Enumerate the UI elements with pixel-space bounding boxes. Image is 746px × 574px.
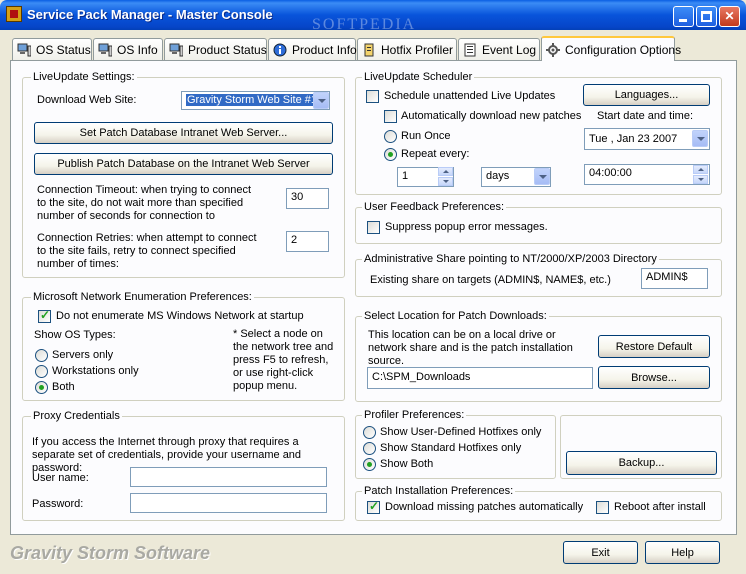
username-input[interactable]: [130, 467, 327, 487]
profiler-title: Profiler Preferences:: [362, 409, 467, 421]
chevron-down-icon[interactable]: [692, 130, 708, 147]
workstations-only-radio[interactable]: [35, 365, 48, 378]
suppress-popup-label: Suppress popup error messages.: [385, 221, 548, 233]
patch-install-title: Patch Installation Preferences:: [362, 485, 516, 497]
existing-share-label: Existing share on targets (ADMIN$, NAME$…: [370, 274, 611, 286]
set-patch-db-button[interactable]: Set Patch Database Intranet Web Server..…: [34, 122, 333, 144]
info-icon: [273, 43, 287, 57]
close-button[interactable]: ✕: [719, 6, 740, 27]
no-enumerate-label: Do not enumerate MS Windows Network at s…: [56, 310, 304, 322]
admin-share-title: Administrative Share pointing to NT/2000…: [362, 253, 659, 265]
minimize-button[interactable]: [673, 6, 694, 27]
standard-hotfixes-radio[interactable]: [363, 442, 376, 455]
scheduler-title: LiveUpdate Scheduler: [362, 71, 475, 83]
user-defined-hotfixes-label: Show User-Defined Hotfixes only: [380, 426, 542, 438]
user-defined-hotfixes-radio[interactable]: [363, 426, 376, 439]
no-enumerate-checkbox[interactable]: [38, 308, 51, 323]
both-radio[interactable]: [35, 381, 48, 394]
tab-event-log[interactable]: Event Log: [458, 38, 540, 60]
tab-os-info[interactable]: OS Info: [93, 38, 163, 60]
both-label: Both: [52, 381, 75, 393]
show-both-label: Show Both: [380, 458, 434, 470]
auto-download-label: Automatically download new patches: [401, 110, 582, 122]
log-icon: [463, 43, 477, 57]
repeat-every-radio[interactable]: [384, 148, 397, 161]
download-path-input[interactable]: C:\SPM_Downloads: [367, 367, 593, 389]
computer-icon: [98, 43, 113, 57]
spin-up-icon[interactable]: [438, 167, 453, 176]
backup-button[interactable]: Backup...: [566, 451, 717, 475]
username-label: User name:: [32, 472, 89, 484]
download-location-description: This location can be on a local drive or…: [368, 329, 573, 367]
servers-only-label: Servers only: [52, 349, 114, 361]
computer-icon: [169, 43, 184, 57]
tab-os-status[interactable]: OS Status: [12, 38, 92, 60]
computer-icon: [17, 43, 32, 57]
help-button[interactable]: Help: [645, 541, 720, 564]
workstations-only-label: Workstations only: [52, 365, 139, 377]
download-missing-label: Download missing patches automatically: [385, 501, 584, 513]
chevron-down-icon[interactable]: [313, 92, 329, 109]
exit-button[interactable]: Exit: [563, 541, 638, 564]
repeat-every-label: Repeat every:: [401, 148, 470, 160]
hotfix-icon: [362, 43, 376, 57]
connection-timeout-label: Connection Timeout: when trying to conne…: [37, 184, 252, 222]
reboot-after-install-checkbox[interactable]: [596, 501, 609, 514]
os-types-label: Show OS Types:: [34, 329, 116, 341]
tab-product-status[interactable]: Product Status: [164, 38, 267, 60]
download-missing-checkbox[interactable]: [367, 499, 380, 514]
chevron-down-icon[interactable]: [534, 168, 550, 185]
password-label: Password:: [32, 498, 84, 510]
admin-share-input[interactable]: ADMIN$: [641, 268, 708, 289]
spin-up-icon[interactable]: [693, 165, 708, 174]
spin-down-icon[interactable]: [438, 177, 453, 186]
title-bar[interactable]: Service Pack Manager - Master Console SO…: [0, 0, 746, 33]
tab-configuration-options[interactable]: Configuration Options: [541, 36, 681, 61]
browse-button[interactable]: Browse...: [598, 366, 710, 389]
connection-retries-input[interactable]: 2: [286, 231, 329, 252]
languages-button[interactable]: Languages...: [583, 84, 710, 106]
suppress-popup-checkbox[interactable]: [367, 221, 380, 234]
tab-hotfix-profiler[interactable]: Hotfix Profiler: [357, 38, 457, 60]
run-once-label: Run Once: [401, 130, 451, 142]
password-input[interactable]: [130, 493, 327, 513]
download-site-label: Download Web Site:: [37, 94, 137, 106]
brand-label: Gravity Storm Software: [10, 543, 211, 563]
spin-down-icon[interactable]: [693, 175, 708, 184]
standard-hotfixes-label: Show Standard Hotfixes only: [380, 442, 522, 454]
proxy-credentials-title: Proxy Credentials: [31, 410, 122, 422]
connection-timeout-input[interactable]: 30: [286, 188, 329, 209]
feedback-title: User Feedback Preferences:: [362, 201, 507, 213]
reboot-after-install-label: Reboot after install: [614, 501, 706, 513]
connection-retries-label: Connection Retries: when attempt to conn…: [37, 232, 257, 270]
liveupdate-settings-title: LiveUpdate Settings:: [31, 71, 137, 83]
schedule-updates-checkbox[interactable]: [366, 90, 379, 103]
config-icon: [546, 42, 560, 57]
start-time-spinner[interactable]: [693, 165, 708, 184]
tab-product-info[interactable]: Product Info: [268, 38, 357, 60]
servers-only-radio[interactable]: [35, 349, 48, 362]
schedule-updates-label: Schedule unattended Live Updates: [384, 90, 556, 102]
network-enumeration-title: Microsoft Network Enumeration Preference…: [31, 291, 254, 303]
publish-patch-db-button[interactable]: Publish Patch Database on the Intranet W…: [34, 153, 333, 175]
watermark: SOFTPEDIA: [312, 16, 417, 33]
start-date-label: Start date and time:: [597, 110, 693, 122]
run-once-radio[interactable]: [384, 130, 397, 143]
download-site-select[interactable]: Gravity Storm Web Site #1: [181, 91, 330, 110]
network-hint: * Select a node on the network tree and …: [233, 328, 334, 392]
maximize-button[interactable]: [696, 6, 717, 27]
restore-default-button[interactable]: Restore Default: [598, 335, 710, 358]
auto-download-checkbox[interactable]: [384, 110, 397, 123]
show-both-radio[interactable]: [363, 458, 376, 471]
window-title: Service Pack Manager - Master Console: [27, 7, 273, 22]
download-location-title: Select Location for Patch Downloads:: [362, 310, 549, 322]
start-time-input[interactable]: 04:00:00: [584, 164, 710, 185]
repeat-count-spinner[interactable]: [438, 167, 453, 186]
app-icon[interactable]: [6, 6, 22, 22]
